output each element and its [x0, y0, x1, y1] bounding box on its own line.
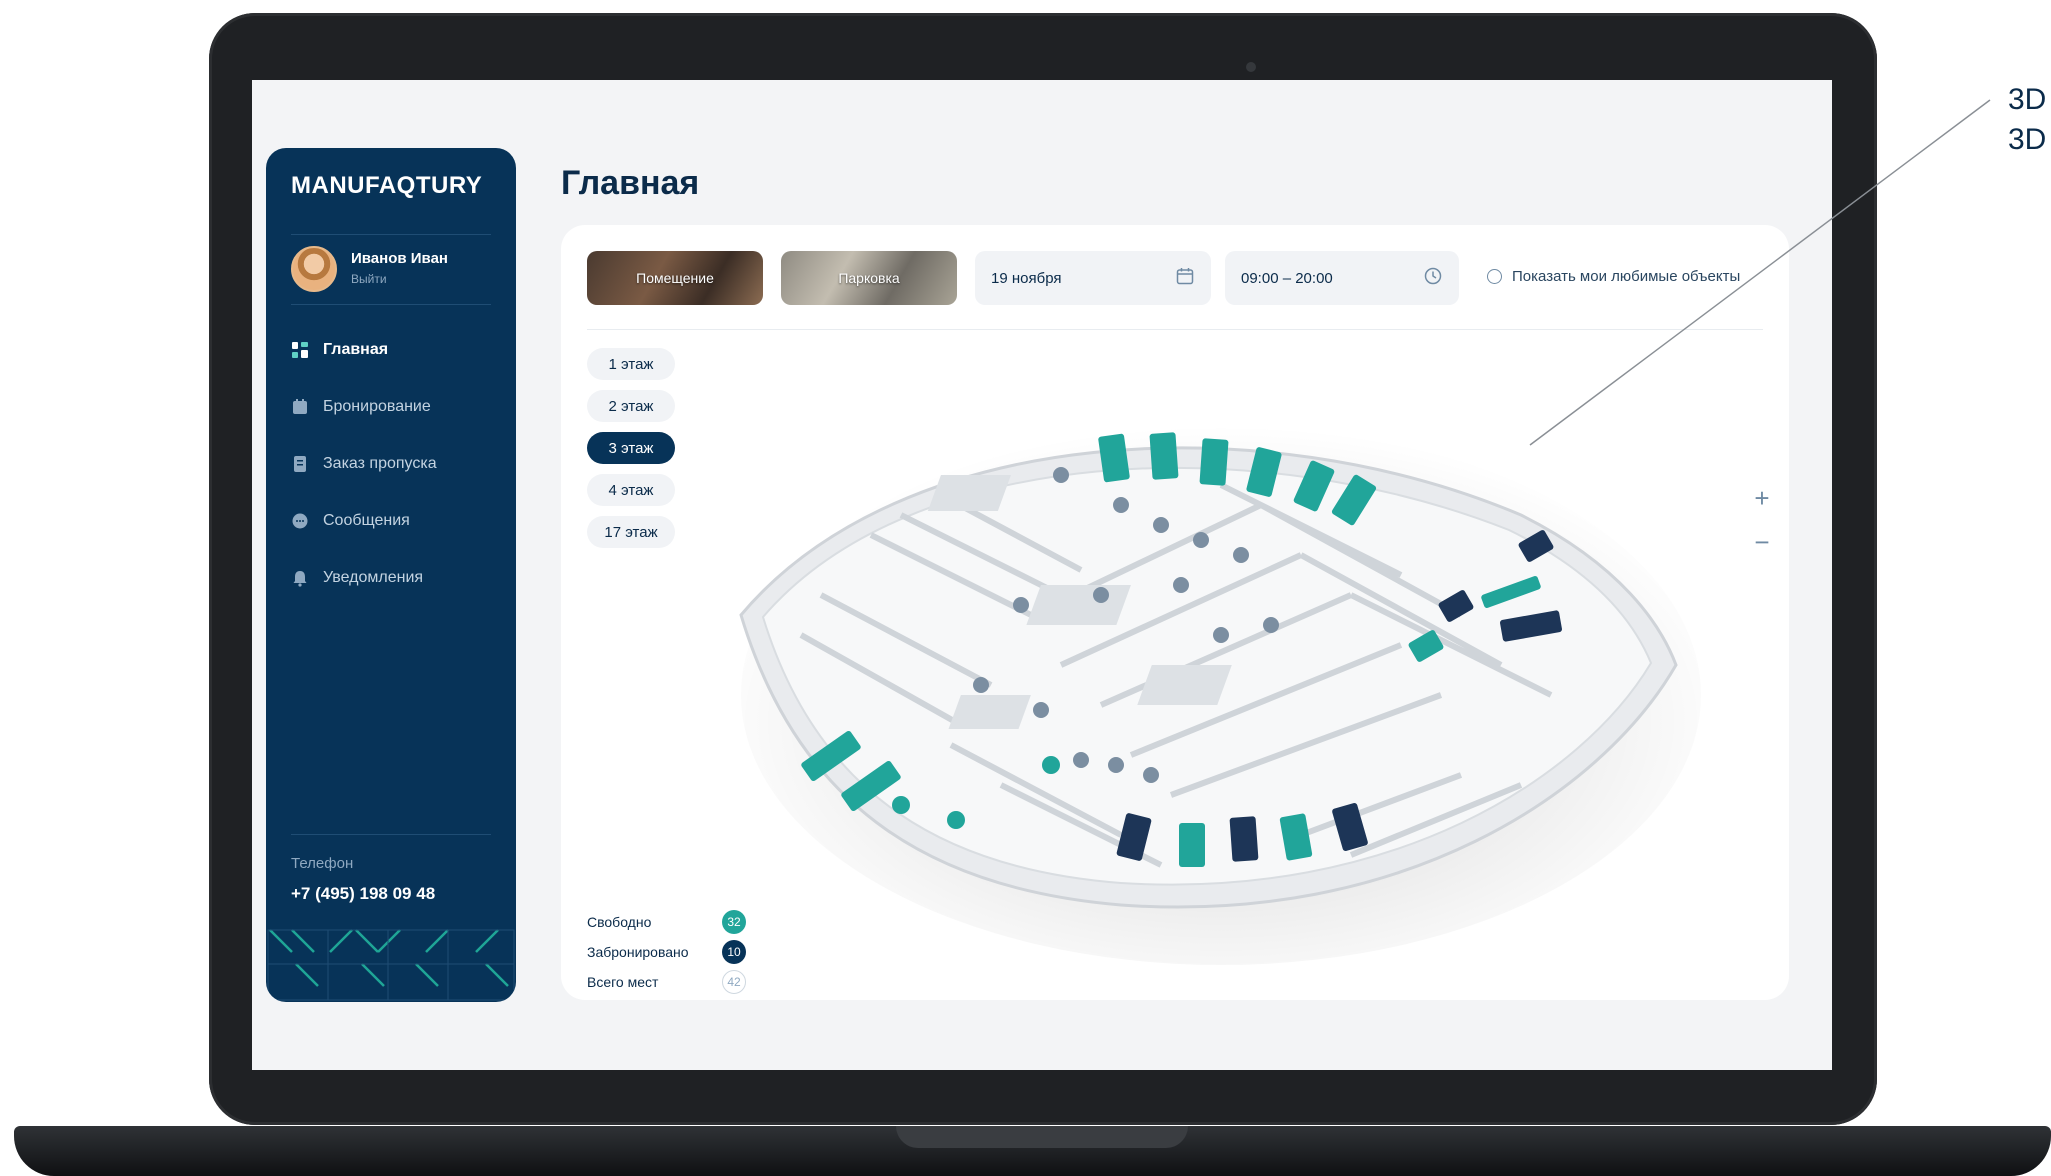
divider	[291, 234, 491, 235]
sidebar-item-label: Уведомления	[323, 569, 424, 586]
logout-link[interactable]: Выйти	[351, 272, 387, 286]
legend-label: Всего мест	[587, 974, 659, 990]
favorites-label: Показать мои любимые объекты	[1512, 268, 1741, 285]
clock-icon	[1423, 266, 1443, 290]
sidebar-item-label: Сообщения	[323, 512, 410, 529]
sidebar-item-label: Бронирование	[323, 398, 431, 415]
sidebar-item-messages[interactable]: Сообщения	[291, 509, 410, 533]
total-count-badge: 42	[722, 970, 746, 994]
free-count-badge: 32	[722, 910, 746, 934]
time-picker[interactable]: 09:00 – 20:00	[1225, 251, 1459, 305]
avatar[interactable]	[291, 246, 337, 292]
divider	[291, 834, 491, 835]
legend-label: Забронировано	[587, 944, 689, 960]
laptop-notch	[896, 1126, 1188, 1148]
legend-total: Всего мест 42	[587, 970, 746, 994]
sidebar-item-label: Главная	[323, 341, 389, 358]
parking-type-button[interactable]: Парковка	[781, 251, 957, 305]
annotation-label: 3D 3D	[2008, 80, 2046, 160]
calendar-icon	[291, 398, 309, 416]
divider	[587, 329, 1763, 330]
annotation-line-2: 3D	[2008, 123, 2047, 156]
sidebar-item-label: Заказ пропуска	[323, 455, 437, 472]
logo: MANUFAQTURY	[291, 172, 483, 199]
legend-label: Свободно	[587, 914, 652, 930]
divider	[291, 304, 491, 305]
map-card: Помещение Парковка 19 ноября 09:00 – 20:…	[561, 225, 1789, 1000]
sidebar: MANUFAQTURY Иванов Иван Выйти Главная Бр…	[266, 148, 516, 1002]
floor-button[interactable]: 17 этаж	[587, 516, 675, 548]
page-title: Главная	[561, 164, 700, 202]
annotation-line-1: 3D	[2008, 83, 2047, 116]
floor-button-active[interactable]: 3 этаж	[587, 432, 675, 464]
sidebar-item-booking[interactable]: Бронирование	[291, 395, 431, 419]
legend-free: Свободно 32	[587, 910, 746, 934]
time-value: 09:00 – 20:00	[1241, 269, 1333, 287]
app-screen: MANUFAQTURY Иванов Иван Выйти Главная Бр…	[252, 80, 1832, 1070]
user-name: Иванов Иван	[351, 250, 448, 267]
sidebar-item-notifications[interactable]: Уведомления	[291, 566, 423, 590]
booked-count-badge: 10	[722, 940, 746, 964]
date-picker[interactable]: 19 ноября	[975, 251, 1211, 305]
bell-icon	[291, 569, 309, 587]
phone-number: +7 (495) 198 09 48	[291, 884, 436, 903]
pass-icon	[291, 455, 309, 473]
chat-icon	[291, 512, 309, 530]
home-grid-icon	[291, 341, 309, 359]
calendar-icon	[1175, 266, 1195, 290]
legend-booked: Забронировано 10	[587, 940, 746, 964]
favorites-toggle[interactable]: Показать мои любимые объекты	[1487, 268, 1740, 285]
zoom-in-button[interactable]: +	[1747, 483, 1777, 513]
floor-button[interactable]: 4 этаж	[587, 474, 675, 506]
zoom-out-button[interactable]: −	[1747, 527, 1777, 557]
favorites-radio[interactable]	[1487, 269, 1502, 284]
room-type-button[interactable]: Помещение	[587, 251, 763, 305]
phone-label: Телефон	[291, 855, 354, 872]
floor-button[interactable]: 1 этаж	[587, 348, 675, 380]
decorative-pattern	[267, 929, 515, 1001]
room-type-label: Помещение	[636, 270, 714, 286]
sidebar-item-home[interactable]: Главная	[291, 338, 388, 362]
sidebar-item-pass[interactable]: Заказ пропуска	[291, 452, 437, 476]
floor-map[interactable]	[701, 365, 1701, 965]
camera-icon	[1246, 62, 1256, 72]
date-value: 19 ноября	[991, 269, 1062, 287]
parking-type-label: Парковка	[838, 270, 900, 286]
floor-button[interactable]: 2 этаж	[587, 390, 675, 422]
